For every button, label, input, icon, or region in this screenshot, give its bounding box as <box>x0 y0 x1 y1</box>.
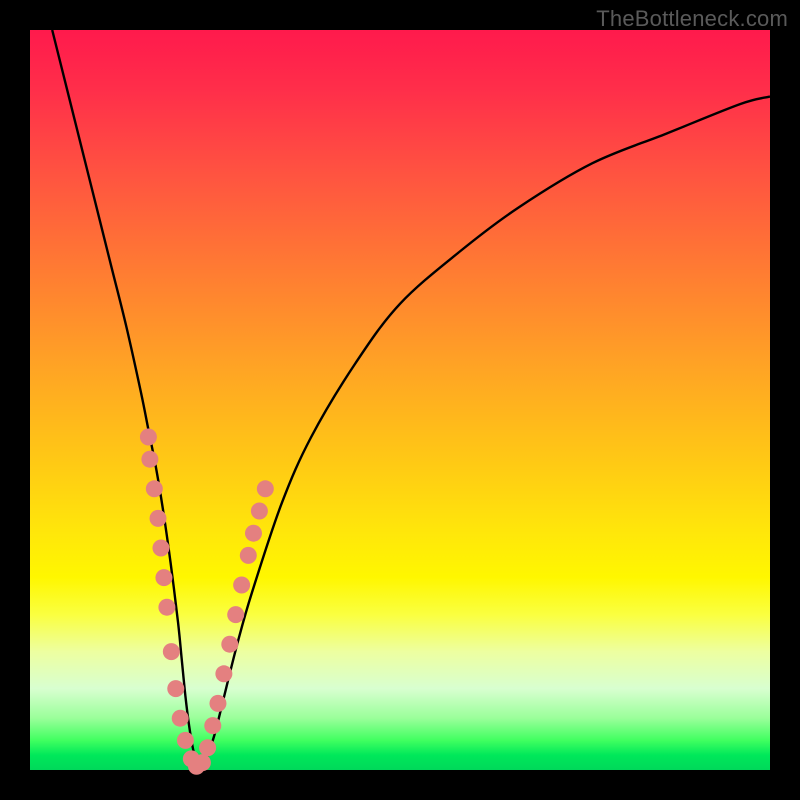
data-dot <box>150 510 167 527</box>
data-dot <box>152 540 169 557</box>
data-dot <box>172 710 189 727</box>
plot-area <box>30 30 770 770</box>
data-dot <box>215 665 232 682</box>
data-dot <box>158 599 175 616</box>
data-dot <box>227 606 244 623</box>
data-dot <box>251 503 268 520</box>
watermark-text: TheBottleneck.com <box>596 6 788 32</box>
chart-svg <box>30 30 770 770</box>
data-dot <box>167 680 184 697</box>
data-dot <box>233 577 250 594</box>
data-dot <box>221 636 238 653</box>
chart-frame: TheBottleneck.com <box>0 0 800 800</box>
data-dot <box>155 569 172 586</box>
data-dot <box>204 717 221 734</box>
data-dot <box>245 525 262 542</box>
data-dot <box>177 732 194 749</box>
data-dot <box>257 480 274 497</box>
data-dots <box>140 429 274 775</box>
data-dot <box>240 547 257 564</box>
data-dot <box>146 480 163 497</box>
data-dot <box>194 754 211 771</box>
bottleneck-curve <box>52 30 770 767</box>
data-dot <box>209 695 226 712</box>
data-dot <box>199 739 216 756</box>
data-dot <box>141 451 158 468</box>
data-dot <box>140 429 157 446</box>
data-dot <box>163 643 180 660</box>
